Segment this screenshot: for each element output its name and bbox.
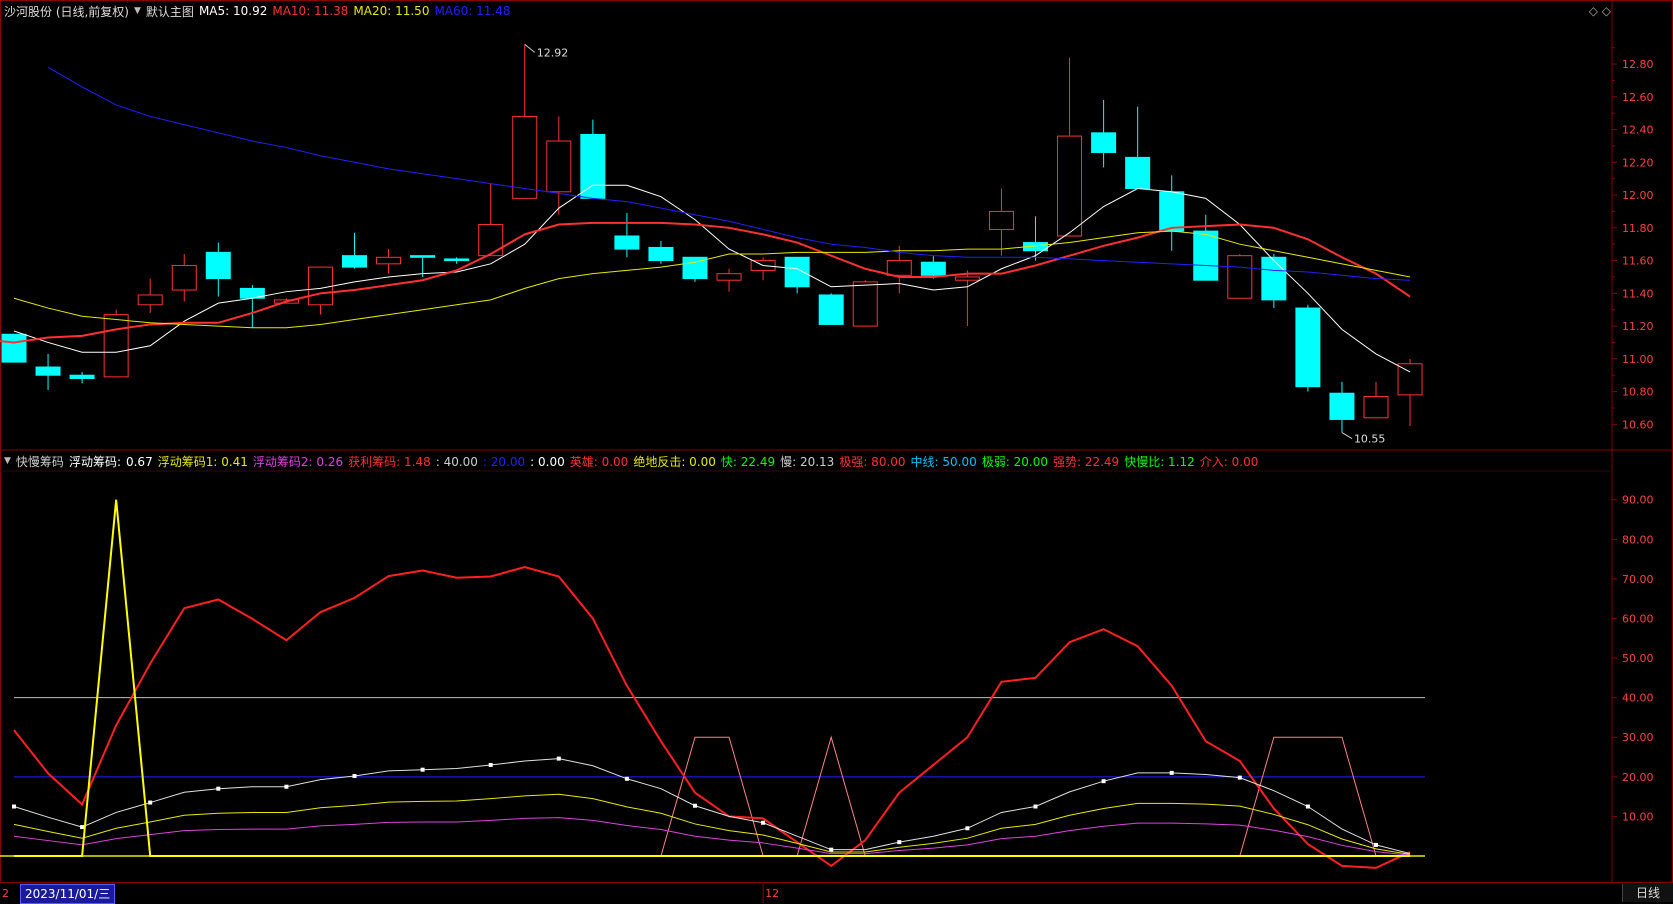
fast-dot — [1374, 842, 1378, 847]
candle-body — [1193, 230, 1219, 281]
candle-body — [1125, 156, 1151, 190]
candle-body — [205, 251, 231, 280]
y-tick-label: 11.20 — [1622, 320, 1654, 333]
candle-body — [444, 258, 470, 262]
sub-y-tick-label: 50.00 — [1622, 652, 1654, 665]
left-marker: 2 — [2, 887, 9, 900]
y-tick-label: 11.80 — [1622, 222, 1654, 235]
y-tick-label: 12.00 — [1622, 189, 1654, 202]
candle-body — [1159, 191, 1185, 232]
fast-dot — [80, 825, 85, 830]
candle-body — [137, 294, 163, 306]
candle-body — [784, 256, 810, 288]
fast-dot — [1305, 804, 1310, 809]
fast-dot — [488, 762, 493, 767]
candle-body — [512, 115, 538, 199]
y-tick-label: 12.20 — [1622, 156, 1654, 169]
fast-dot — [1033, 804, 1038, 809]
fast-dot — [761, 820, 766, 825]
candle-body — [69, 374, 95, 379]
candle-body — [1057, 135, 1083, 237]
candle-body — [614, 235, 640, 250]
fast-dot — [284, 784, 289, 789]
series-line-profit — [14, 499, 1411, 857]
candle-body — [376, 256, 402, 265]
y-tick-label: 12.40 — [1622, 124, 1654, 137]
candle-body — [716, 273, 742, 281]
y-tick-label: 11.40 — [1622, 287, 1654, 300]
series-line-fast — [13, 758, 1411, 855]
y-tick-label: 10.60 — [1622, 418, 1654, 431]
fast-dot — [829, 847, 834, 852]
fast-dot — [1237, 775, 1242, 780]
fast-dot — [148, 800, 153, 805]
sub-y-tick-label: 20.00 — [1622, 771, 1654, 784]
y-tick-label: 10.80 — [1622, 386, 1654, 399]
series-line-slow — [13, 565, 1411, 869]
month-marker: 12 — [765, 887, 779, 900]
candle-body — [852, 281, 878, 327]
y-tick-label: 12.80 — [1622, 58, 1654, 71]
signal-trapezoid — [796, 735, 866, 857]
candle-body — [1091, 132, 1117, 153]
period-daily-button[interactable]: 日线 — [1622, 884, 1673, 902]
fast-dot — [12, 804, 16, 809]
series-line-float1 — [13, 793, 1411, 855]
candle-body — [478, 224, 504, 257]
chart-frame — [0, 0, 1673, 883]
fast-dot — [693, 803, 697, 808]
y-tick-label: 12.60 — [1622, 91, 1654, 104]
candle-body — [954, 276, 980, 281]
low-price-label: 10.55 — [1354, 433, 1386, 446]
fast-dot — [624, 776, 629, 781]
sub-y-tick-label: 70.00 — [1622, 573, 1654, 586]
sub-y-tick-label: 30.00 — [1622, 731, 1654, 744]
candle-body — [1397, 363, 1423, 396]
fast-dot — [556, 756, 561, 761]
y-tick-label: 11.60 — [1622, 255, 1654, 268]
candle-body — [1363, 396, 1389, 419]
low-marker-line — [1341, 432, 1353, 439]
sub-y-tick-label: 60.00 — [1622, 612, 1654, 625]
high-price-label: 12.92 — [537, 46, 569, 59]
candle-body — [580, 133, 606, 199]
chart-canvas[interactable]: 12.80 12.60 12.40 12.20 12.00 11.80 11.60 11.40… — [0, 0, 1673, 903]
candle-body — [1227, 255, 1253, 299]
candle-body — [307, 266, 333, 306]
signal-trapezoid — [1239, 736, 1377, 857]
candle-body — [1295, 307, 1321, 388]
series-line-float2 — [13, 817, 1411, 856]
candle-body — [342, 255, 367, 268]
candle-body — [886, 260, 912, 276]
fast-dot — [420, 767, 425, 772]
candle-body — [988, 210, 1014, 230]
date-cursor-label: 2023/11/01/三 — [20, 884, 116, 904]
candle-body — [546, 140, 572, 193]
fast-dot — [965, 826, 970, 831]
candle-body — [171, 264, 197, 291]
sub-y-tick-label: 90.00 — [1622, 494, 1654, 507]
candle-body — [35, 366, 61, 376]
fast-dot — [1101, 779, 1106, 784]
fast-dot — [352, 774, 357, 779]
sub-y-tick-label: 10.00 — [1622, 810, 1654, 823]
candle-body — [103, 314, 129, 378]
candle-body — [1261, 256, 1287, 301]
y-tick-label: 11.00 — [1622, 353, 1654, 366]
high-marker-line — [524, 43, 536, 53]
fast-dot — [1169, 770, 1174, 775]
candle-body — [410, 255, 436, 258]
candle-body — [1, 333, 27, 363]
fast-dot — [897, 840, 902, 845]
candle-body — [920, 261, 946, 276]
sub-y-tick-label: 80.00 — [1622, 533, 1654, 546]
candle-body — [818, 294, 844, 325]
candle-body — [648, 246, 674, 262]
candle-body — [1329, 392, 1355, 420]
fast-dot — [216, 786, 221, 791]
sub-y-tick-label: 40.00 — [1622, 692, 1654, 705]
